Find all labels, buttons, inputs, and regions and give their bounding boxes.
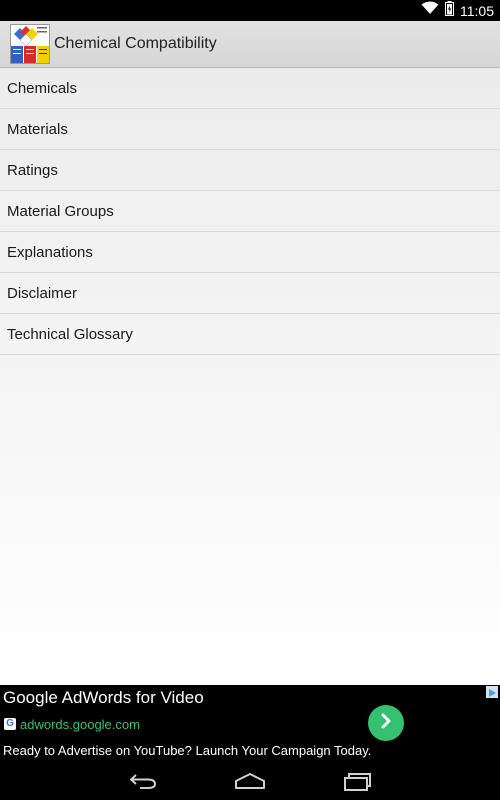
menu-item-chemicals[interactable]: Chemicals <box>0 68 500 109</box>
nfpa-diamond-logo-icon[interactable] <box>10 24 50 64</box>
back-icon <box>128 772 158 795</box>
back-button[interactable] <box>118 769 168 797</box>
menu-item-ratings[interactable]: Ratings <box>0 150 500 191</box>
battery-icon <box>445 0 454 21</box>
menu-list: Chemicals Materials Ratings Material Gro… <box>0 68 500 685</box>
chevron-right-icon <box>377 712 395 735</box>
app-title: Chemical Compatibility <box>54 35 217 52</box>
google-g-icon: G <box>4 718 16 730</box>
menu-item-materials[interactable]: Materials <box>0 109 500 150</box>
clock: 11:05 <box>460 2 494 19</box>
recent-apps-button[interactable] <box>332 769 382 797</box>
menu-item-disclaimer[interactable]: Disclaimer <box>0 273 500 314</box>
status-icons: 11:05 <box>421 0 500 21</box>
ad-choices-icon[interactable] <box>486 686 498 698</box>
ad-url[interactable]: adwords.google.com <box>20 717 140 732</box>
status-bar: 11:05 <box>0 0 500 21</box>
action-bar: Chemical Compatibility <box>0 21 500 68</box>
menu-item-explanations[interactable]: Explanations <box>0 232 500 273</box>
menu-item-technical-glossary[interactable]: Technical Glossary <box>0 314 500 355</box>
ad-title[interactable]: Google AdWords for Video <box>3 688 204 708</box>
menu-item-material-groups[interactable]: Material Groups <box>0 191 500 232</box>
wifi-icon <box>421 1 439 20</box>
home-button[interactable] <box>225 769 275 797</box>
recent-apps-icon <box>342 771 372 796</box>
navigation-bar <box>0 765 500 800</box>
ad-go-button[interactable] <box>368 705 404 741</box>
home-icon <box>234 772 266 795</box>
ad-banner[interactable]: Google AdWords for Video G adwords.googl… <box>0 685 500 765</box>
ad-description: Ready to Advertise on YouTube? Launch Yo… <box>3 743 372 758</box>
